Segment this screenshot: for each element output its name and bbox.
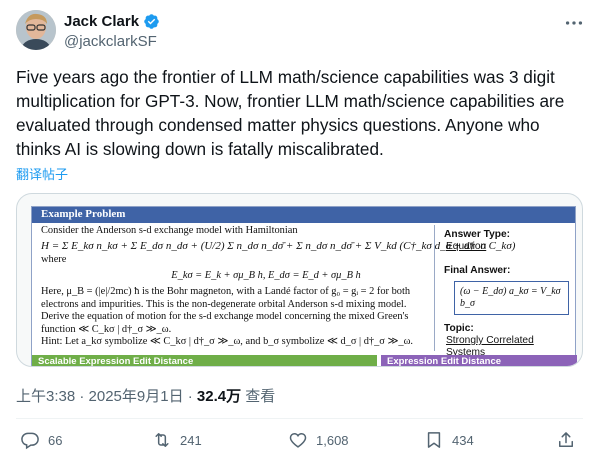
scalable-expression-edit-distance-band: Scalable Expression Edit Distance (32, 355, 377, 366)
reply-button[interactable]: 66 (20, 430, 62, 450)
answer-type-value: Equation (446, 241, 487, 252)
repost-icon (155, 433, 169, 447)
problem-line-intro: Consider the Anderson s-d exchange model… (41, 225, 298, 236)
problem-line-function: function ≪ C_kσ | d†_σ ≫_ω. (41, 323, 172, 335)
share-button[interactable] (556, 430, 576, 450)
share-icon (559, 432, 573, 447)
problem-line-hint: Hint: Let a_kσ symbolize ≪ C_kσ | d†_σ ≫… (41, 336, 414, 347)
like-button[interactable]: 1,608 (288, 430, 349, 450)
like-count: 1,608 (316, 432, 349, 448)
answer-panel: Answer Type: Equation Final Answer: (ω −… (444, 229, 572, 359)
action-bar: 66 241 1,608 434 (16, 430, 583, 460)
translate-post-link[interactable]: 翻译帖子 (16, 164, 68, 183)
views-label: 查看 (241, 388, 276, 405)
author-handle[interactable]: @jackclarkSF (64, 33, 157, 50)
heart-icon (289, 432, 307, 448)
more-options-icon[interactable] (563, 12, 585, 34)
bookmark-button[interactable]: 434 (424, 430, 474, 450)
bookmark-count: 434 (452, 432, 474, 448)
problem-line-here: Here, μ_B = (|e|/2mc) ħ is the Bohr magn… (41, 286, 411, 297)
bookmark-icon (427, 432, 441, 448)
view-count: 32.4万 (196, 388, 242, 405)
card-divider (434, 225, 435, 351)
final-answer-label: Final Answer: (444, 265, 511, 276)
card-title: Example Problem (32, 207, 575, 223)
repost-button[interactable]: 241 (152, 430, 202, 450)
example-problem-card: Example Problem Consider the Anderson s-… (31, 206, 577, 366)
topic-label: Topic: (444, 323, 474, 334)
answer-type-label: Answer Type: (444, 229, 511, 240)
energy-formula: E_kσ = E_k + σμ_B h, E_dσ = E_d + σμ_B h (171, 269, 361, 281)
reply-count: 66 (48, 432, 63, 448)
tweet-text: Five years ago the frontier of LLM math/… (16, 67, 565, 159)
problem-line-electrons: electrons and impurities. This is the no… (41, 298, 407, 310)
repost-count: 241 (180, 432, 202, 448)
tweet-header: Jack Clark @jackclarkSF (16, 10, 585, 54)
tweet-meta: 上午3:38 · 2025年9月1日 · 32.4万 查看 (16, 385, 275, 406)
where-text: where (41, 254, 67, 265)
problem-line-derive: Derive the equation of motion for the s-… (41, 311, 409, 322)
expression-edit-distance-band: Expression Edit Distance (381, 355, 577, 366)
problem-statement: Consider the Anderson s-d exchange model… (41, 225, 516, 349)
hamiltonian-formula: H = Σ E_kσ n_kσ + Σ E_dσ n_dσ + (U/2) Σ … (41, 239, 516, 252)
reply-icon (21, 432, 39, 450)
timestamp[interactable]: 上午3:38 · 2025年9月1日 · (16, 388, 197, 405)
final-answer-box: (ω − E_dσ) a_kσ = V_kσ b_σ (454, 281, 569, 315)
divider (16, 418, 583, 419)
tweet-media-image[interactable]: Example Problem Consider the Anderson s-… (16, 193, 583, 367)
author-name[interactable]: Jack Clark (64, 13, 139, 30)
avatar[interactable] (16, 10, 56, 50)
verified-badge-icon (144, 14, 159, 29)
